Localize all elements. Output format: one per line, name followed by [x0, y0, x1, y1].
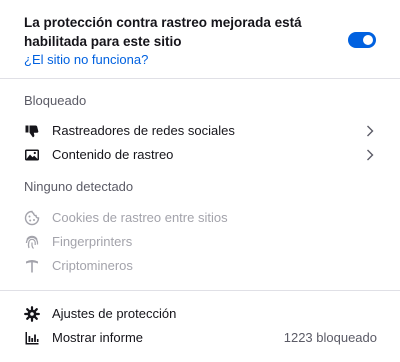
show-report-button[interactable]: Mostrar informe 1223 bloqueado	[0, 326, 400, 350]
none-detected-heading: Ninguno detectado	[24, 179, 134, 194]
blocked-item-label: Rastreadores de redes sociales	[52, 123, 235, 138]
none-detected-item-cookies: Cookies de rastreo entre sitios	[0, 206, 400, 230]
tracking-protection-toggle[interactable]	[348, 32, 376, 48]
protections-panel: La protección contra rastreo mejorada es…	[0, 0, 400, 362]
settings-label: Ajustes de protección	[52, 306, 177, 321]
none-detected-item-label: Criptomineros	[52, 258, 133, 273]
chevron-right-icon	[367, 125, 374, 137]
blocked-item-tracking-content[interactable]: Contenido de rastreo	[0, 143, 400, 167]
blocked-count: 1223 bloqueado	[283, 330, 377, 345]
none-detected-item-label: Fingerprinters	[52, 234, 133, 249]
chevron-right-icon	[367, 149, 374, 161]
header-title: La protección contra rastreo mejorada es…	[24, 15, 302, 49]
broken-site-link[interactable]: ¿El sitio no funciona?	[24, 52, 148, 67]
bar-chart-icon	[24, 330, 40, 346]
gear-icon	[24, 306, 40, 322]
none-detected-item-fingerprinters: Fingerprinters	[0, 230, 400, 254]
divider	[0, 290, 400, 291]
blocked-heading: Bloqueado	[24, 93, 87, 108]
toggle-knob	[363, 35, 373, 45]
report-label: Mostrar informe	[52, 330, 144, 345]
image-icon	[24, 147, 40, 163]
none-detected-item-cryptominers: Criptomineros	[0, 254, 400, 278]
fingerprint-icon	[24, 234, 40, 250]
protection-settings-button[interactable]: Ajustes de protección	[0, 302, 400, 326]
cookie-icon	[24, 210, 40, 226]
protections-header: La protección contra rastreo mejorada es…	[0, 0, 400, 78]
divider	[0, 78, 400, 79]
pickaxe-icon	[24, 258, 40, 274]
thumbs-down-icon	[24, 123, 40, 139]
blocked-item-label: Contenido de rastreo	[52, 147, 174, 162]
none-detected-item-label: Cookies de rastreo entre sitios	[52, 210, 228, 225]
blocked-item-social-trackers[interactable]: Rastreadores de redes sociales	[0, 119, 400, 143]
